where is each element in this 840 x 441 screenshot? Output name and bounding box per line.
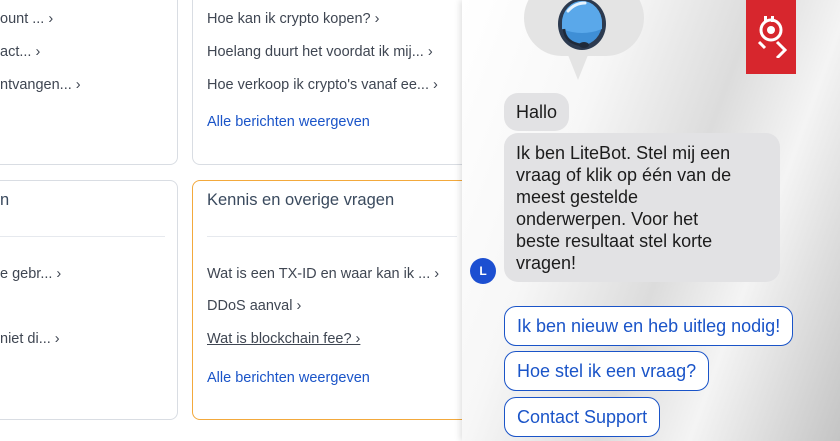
view-all-link[interactable]: Alle berichten weergeven <box>207 370 370 386</box>
article-link[interactable]: ount ... › <box>0 11 53 27</box>
astronaut-helmet-icon <box>558 0 606 50</box>
article-link[interactable]: Wat is blockchain fee? › <box>207 331 360 347</box>
quick-reply-contact-support-button[interactable]: Contact Support <box>504 397 661 437</box>
intro-line: vragen! <box>516 253 577 273</box>
category-card-partial-bottom <box>0 180 178 420</box>
bot-message-intro: Ik ben LiteBot. Stel mij een vraag of kl… <box>504 133 780 282</box>
article-link[interactable]: e gebr... › <box>0 266 61 282</box>
category-title: Kennis en overige vragen <box>207 191 395 209</box>
article-link[interactable]: Hoe verkoop ik crypto's vanaf ee... › <box>207 77 438 93</box>
chatbot-panel: Hallo Ik ben LiteBot. Stel mij een vraag… <box>462 0 840 441</box>
bot-avatar: L <box>470 258 496 284</box>
view-all-link[interactable]: Alle berichten weergeven <box>207 114 370 130</box>
intro-line: onderwerpen. Voor het <box>516 209 699 229</box>
article-link[interactable]: Hoe kan ik crypto kopen? › <box>207 11 379 27</box>
intro-line: vraag of klik op één van de <box>516 165 732 185</box>
bot-message-greeting: Hallo <box>504 93 570 131</box>
article-link[interactable]: act... › <box>0 44 40 60</box>
intro-line: meest gestelde <box>516 187 639 207</box>
bitcoin-brand-icon <box>757 16 787 58</box>
quick-reply-new-user-button[interactable]: Ik ben nieuw en heb uitleg nodig! <box>504 306 794 346</box>
intro-line: beste resultaat stel korte <box>516 231 713 251</box>
quick-reply-ask-question-button[interactable]: Hoe stel ik een vraag? <box>504 351 710 391</box>
category-title: n <box>0 191 10 209</box>
speech-cloud-tail <box>566 50 590 80</box>
card-divider <box>207 236 457 237</box>
article-link[interactable]: Hoelang duurt het voordat ik mij... › <box>207 44 433 60</box>
card-divider <box>0 236 165 237</box>
article-link[interactable]: niet di... › <box>0 331 60 347</box>
article-link[interactable]: ntvangen... › <box>0 77 81 93</box>
article-link[interactable]: DDoS aanval › <box>207 298 301 314</box>
brand-logo-badge <box>746 0 796 74</box>
article-link[interactable]: Wat is een TX-ID en waar kan ik ... › <box>207 266 439 282</box>
intro-line: Ik ben LiteBot. Stel mij een <box>516 143 731 163</box>
